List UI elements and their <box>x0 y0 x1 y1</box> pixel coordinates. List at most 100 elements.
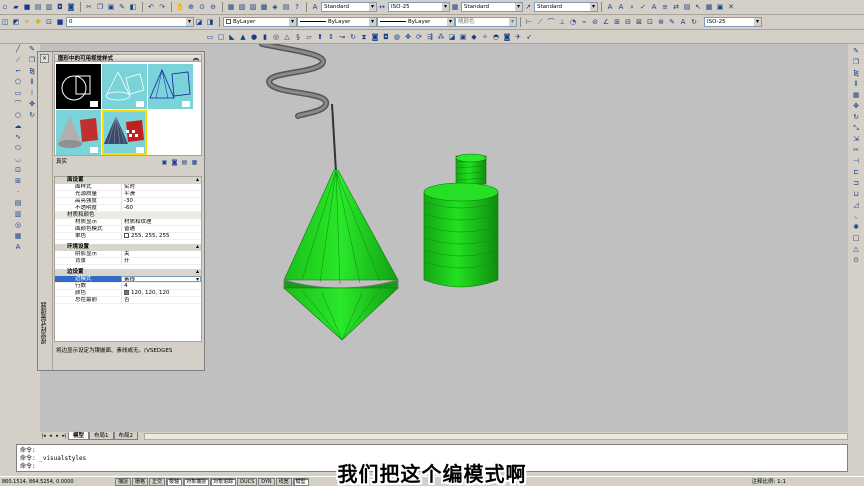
zoom-previous-icon[interactable]: ⊖ <box>208 2 218 12</box>
line-icon[interactable]: ╱ <box>13 44 24 54</box>
sun-icon[interactable]: ✺ <box>33 17 43 27</box>
fillet-icon[interactable]: ◟ <box>851 211 862 221</box>
dim-update-icon[interactable]: ↻ <box>689 17 699 27</box>
cut-icon[interactable]: ✂ <box>84 2 94 12</box>
dim-edit-icon[interactable]: ✎ <box>667 17 677 27</box>
table-icon[interactable]: ▦ <box>704 2 714 12</box>
field-icon[interactable]: ▣ <box>715 2 725 12</box>
text-style-icon[interactable]: A <box>310 2 320 12</box>
3d-rotate-icon[interactable]: ⟳ <box>414 32 424 42</box>
mtext-draw-icon[interactable]: A <box>13 242 24 252</box>
join-icon[interactable]: ⊔ <box>851 189 862 199</box>
last-tab-icon[interactable]: ▸| <box>61 433 68 440</box>
help-icon[interactable]: ? <box>292 2 302 12</box>
delete-style-icon[interactable]: ▦ <box>190 158 199 167</box>
rectangle-icon[interactable]: ▭ <box>13 88 24 98</box>
mtext-icon[interactable]: ▤ <box>682 2 692 12</box>
3d-move-icon[interactable]: ✥ <box>403 32 413 42</box>
plot-style-select[interactable]: 随颜色 <box>455 17 517 27</box>
revolve-icon[interactable]: ↻ <box>348 32 358 42</box>
plumb-bob[interactable] <box>283 169 399 341</box>
break-icon[interactable]: ⊐ <box>851 178 862 188</box>
tab-layout1[interactable]: 布局1 <box>89 432 114 440</box>
3d-dwf-icon[interactable]: ◙ <box>66 2 76 12</box>
polyline-icon[interactable]: ⌐ <box>13 66 24 76</box>
baseline-icon[interactable]: ⊟ <box>623 17 633 27</box>
mirror-right-icon[interactable]: ⧎ <box>851 68 862 78</box>
property-row[interactable]: 不透明度 -60 <box>55 205 201 212</box>
materials-icon[interactable]: ◓ <box>491 32 501 42</box>
quick-dim-icon[interactable]: ⊞ <box>612 17 622 27</box>
gradient-icon[interactable]: ▥ <box>13 209 24 219</box>
fly-icon[interactable]: ➶ <box>524 32 534 42</box>
move-right-icon[interactable]: ✥ <box>851 101 862 111</box>
lights-icon[interactable]: ✧ <box>480 32 490 42</box>
extrude-icon[interactable]: ⬆ <box>315 32 325 42</box>
zoom-window-icon[interactable]: ⊙ <box>197 2 207 12</box>
layer-state-icon[interactable]: ◩ <box>11 17 21 27</box>
insert-block-icon[interactable]: ⊡ <box>13 165 24 175</box>
circle-icon[interactable]: ○ <box>13 110 24 120</box>
sphere-icon[interactable]: ● <box>249 32 259 42</box>
face-settings-collapse-icon[interactable]: ▴ <box>196 176 199 183</box>
array-icon[interactable]: ⁞ <box>27 88 38 98</box>
arc-length-icon[interactable]: ⌒ <box>546 17 556 27</box>
edit-text-icon[interactable]: A <box>616 2 626 12</box>
tab-layout2[interactable]: 布局2 <box>113 432 139 440</box>
flatshot-icon[interactable]: ▣ <box>458 32 468 42</box>
text-style-select[interactable]: Standard <box>321 2 377 12</box>
linetype-select[interactable]: ByLayer <box>297 17 377 27</box>
center-mark-icon[interactable]: ⊕ <box>656 17 666 27</box>
style-thumb-conceptual-selected[interactable] <box>102 110 147 155</box>
zoom-realtime-icon[interactable]: ⊕ <box>186 2 196 12</box>
edge-collapse-icon[interactable]: ▴ <box>196 268 199 275</box>
multileader-style-select[interactable]: Standard <box>534 2 598 12</box>
layer-previous-icon[interactable]: ◨ <box>205 17 215 27</box>
property-row[interactable]: 行数 4 <box>55 283 201 290</box>
ellipse-arc-icon[interactable]: ◡ <box>13 154 24 164</box>
spell-check-icon[interactable]: ✓ <box>638 2 648 12</box>
union-icon[interactable]: ◙ <box>370 32 380 42</box>
rotate-right-icon[interactable]: ↻ <box>851 112 862 122</box>
export-style-icon[interactable]: ▤ <box>180 158 189 167</box>
polysolid-icon[interactable]: ▭ <box>205 32 215 42</box>
copy-icon[interactable]: ❐ <box>95 2 105 12</box>
apply-style-icon[interactable]: ◙ <box>170 158 179 167</box>
close-icon[interactable]: ✕ <box>726 2 736 12</box>
style-thumb-3d-wireframe[interactable] <box>102 64 147 109</box>
leader-icon[interactable]: ↖ <box>693 2 703 12</box>
walk-icon[interactable]: ✈ <box>513 32 523 42</box>
edge-settings-group[interactable]: 边设置 ▴ <box>55 268 201 276</box>
paste-icon[interactable]: ▣ <box>106 2 116 12</box>
open-file-icon[interactable]: ▰ <box>11 2 21 12</box>
explode-icon[interactable]: ✺ <box>851 222 862 232</box>
quickcalc-icon[interactable]: ▤ <box>281 2 291 12</box>
markup-icon[interactable]: ◈ <box>270 2 280 12</box>
wedge-icon[interactable]: ◣ <box>227 32 237 42</box>
undo-icon[interactable]: ↶ <box>146 2 156 12</box>
new-file-icon[interactable]: ▫ <box>0 2 10 12</box>
lock-icon[interactable]: ⊡ <box>44 17 54 27</box>
block-editor-icon[interactable]: ◧ <box>128 2 138 12</box>
arc-icon[interactable]: ⌒ <box>13 99 24 109</box>
point-icon[interactable]: · <box>13 187 24 197</box>
rotate-icon[interactable]: ↻ <box>27 110 38 120</box>
style-thumb-realistic[interactable] <box>56 110 101 155</box>
prev-tab-icon[interactable]: ◂ <box>47 433 54 440</box>
torus-icon[interactable]: ◎ <box>271 32 281 42</box>
aligned-dim-icon[interactable]: ⟋ <box>535 17 545 27</box>
array-right-icon[interactable]: ▦ <box>851 90 862 100</box>
snap-midpoint-icon[interactable]: △ <box>851 244 862 254</box>
box-icon[interactable]: ▢ <box>216 32 226 42</box>
snap-center-icon[interactable]: ⊙ <box>851 255 862 265</box>
text-a-icon[interactable]: A <box>605 2 615 12</box>
property-row[interactable]: 光源质量 平滑 <box>55 191 201 198</box>
copy-object-icon[interactable]: ❐ <box>27 55 38 65</box>
tab-model[interactable]: 模型 <box>68 432 90 440</box>
mirror-icon[interactable]: ⧎ <box>27 66 38 76</box>
ellipse-icon[interactable]: ⬭ <box>13 143 24 153</box>
subtract-icon[interactable]: ◘ <box>381 32 391 42</box>
render-icon[interactable]: ◆ <box>469 32 479 42</box>
break-point-icon[interactable]: ⊏ <box>851 167 862 177</box>
move-icon[interactable]: ✥ <box>27 99 38 109</box>
